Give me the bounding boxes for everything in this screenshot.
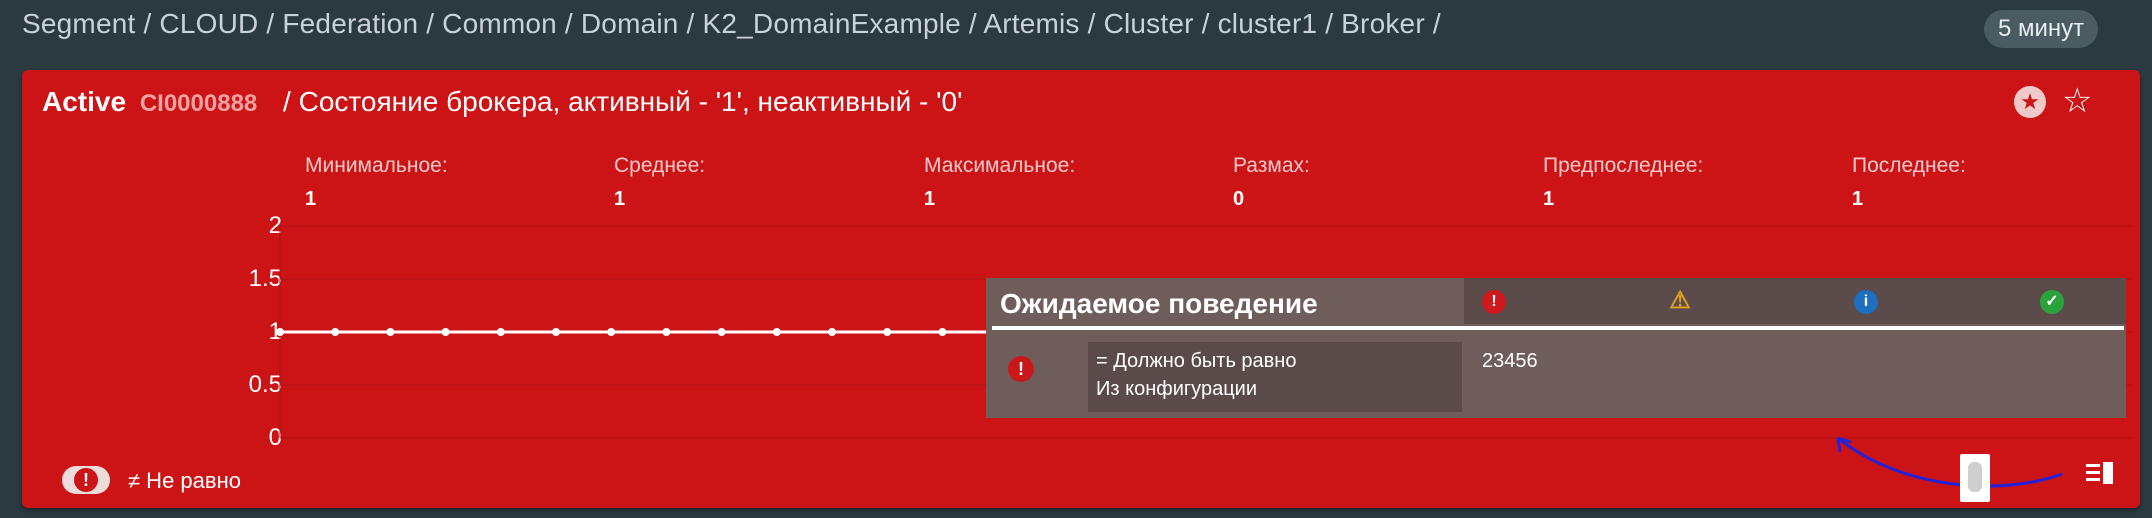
popup-header: Ожидаемое поведение ! ⚠ i ✓ — [986, 278, 2126, 324]
data-point[interactable] — [496, 328, 505, 336]
scroll-handle[interactable] — [1960, 454, 1990, 502]
condition-source: Из конфигурации — [1096, 378, 1257, 400]
data-point[interactable] — [607, 328, 616, 336]
popup-divider — [992, 326, 2124, 330]
data-point[interactable] — [938, 328, 947, 336]
ok-icon[interactable]: ✓ — [2040, 290, 2064, 314]
expected-value: 23456 — [1482, 350, 1538, 372]
data-point[interactable] — [276, 328, 284, 336]
data-point[interactable] — [552, 328, 560, 336]
data-point[interactable] — [883, 328, 892, 336]
expected-behavior-popup: Ожидаемое поведение ! ⚠ i ✓ ! = Должно б… — [986, 278, 2126, 418]
period-badge[interactable]: 5 минут — [1984, 10, 2099, 48]
error-icon[interactable]: ! — [1482, 290, 1506, 314]
popup-header-icons: ! ⚠ i ✓ — [1464, 278, 2126, 324]
data-point[interactable] — [386, 328, 395, 336]
data-point[interactable] — [828, 328, 836, 336]
data-point[interactable] — [772, 328, 781, 336]
data-point[interactable] — [662, 328, 671, 336]
breadcrumb[interactable]: Segment / CLOUD / Federation / Common / … — [22, 8, 1441, 40]
popup-title: Ожидаемое поведение — [1000, 288, 1318, 319]
legend-toggle-icon[interactable] — [2086, 460, 2116, 486]
metric-panel: Active CI0000888 / Состояние брокера, ак… — [22, 70, 2140, 508]
info-icon[interactable]: i — [1854, 290, 1878, 314]
data-point[interactable] — [717, 328, 726, 336]
condition-box: = Должно быть равно Из конфигурации — [1088, 342, 1462, 412]
error-icon: ! — [1008, 356, 1034, 382]
alert-toggle-icon[interactable]: ! — [62, 466, 110, 494]
condition-text: = Должно быть равно — [1096, 350, 1297, 372]
data-point[interactable] — [331, 328, 340, 336]
data-point[interactable] — [441, 328, 450, 336]
not-equal-label: ≠ Не равно — [128, 468, 241, 493]
warning-icon[interactable]: ⚠ — [1668, 289, 1692, 314]
